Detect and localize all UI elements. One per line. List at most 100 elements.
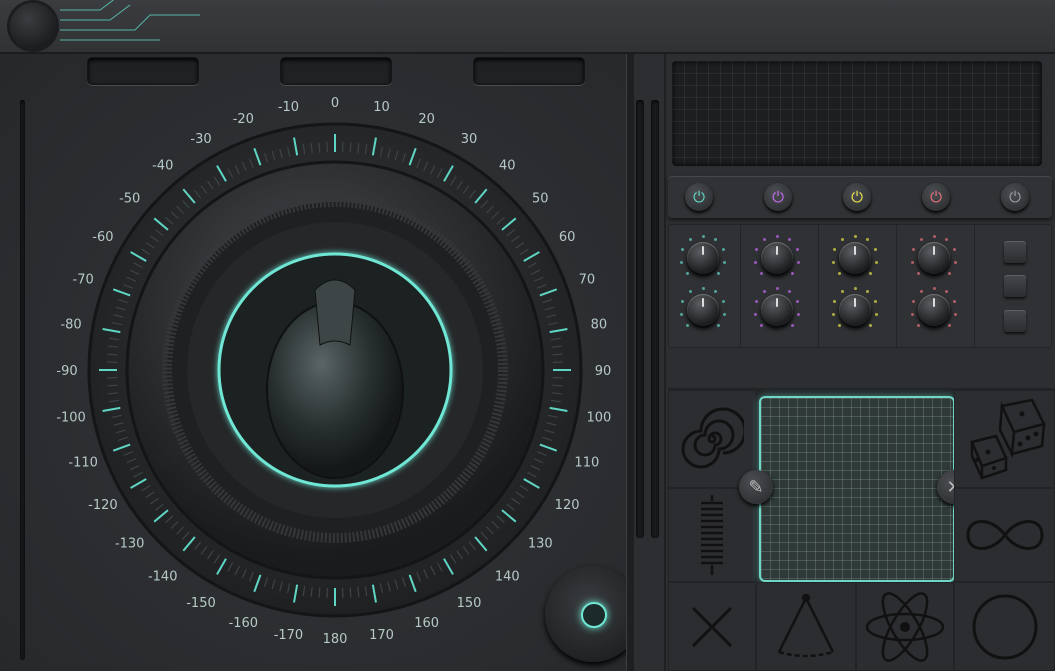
dial-scale-label: -50 <box>119 192 140 207</box>
power-button-3[interactable]: ⏻ <box>843 183 871 211</box>
knob-scale-dot <box>932 286 936 290</box>
power-icon: ⏻ <box>1009 188 1021 206</box>
knob-bank <box>668 224 1052 348</box>
knob-scale-dot <box>916 272 920 276</box>
power-icon: ⏻ <box>693 188 705 206</box>
knob-scale-dot <box>831 312 835 316</box>
knob-scale-dot <box>875 312 879 316</box>
dial-tick <box>349 142 352 153</box>
parameter-knob[interactable] <box>839 242 871 274</box>
parameter-knob[interactable] <box>687 294 719 326</box>
dial-scale-label: -130 <box>115 536 145 551</box>
xy-pad[interactable] <box>759 396 955 582</box>
knob-scale-dot <box>932 234 936 238</box>
parameter-knob[interactable] <box>761 242 793 274</box>
dial-scale-label: -110 <box>68 456 98 471</box>
dial-scale-label: -10 <box>278 100 299 115</box>
knob-scale-dot <box>952 300 956 304</box>
dial-scale-label: -170 <box>274 628 304 643</box>
power-button-4[interactable]: ⏻ <box>922 183 950 211</box>
knob-scale-dot <box>873 248 877 252</box>
square-button-2[interactable] <box>1004 275 1026 297</box>
parameter-knob[interactable] <box>761 294 793 326</box>
knob-scale-dot <box>944 238 948 242</box>
dial-scale-label: 170 <box>369 628 394 643</box>
knob-scale-dot <box>723 312 727 316</box>
parameter-knob[interactable] <box>839 294 871 326</box>
parameter-knob[interactable] <box>918 294 950 326</box>
parameter-knob[interactable] <box>687 242 719 274</box>
triangle-pad[interactable] <box>756 582 856 671</box>
knob-scale-dot <box>787 238 791 242</box>
dice-pad[interactable] <box>954 390 1055 488</box>
knob-scale-dot <box>837 324 841 328</box>
knob-scale-dot <box>795 300 799 304</box>
knob-scale-dot <box>853 234 857 238</box>
dial-scale-label: -100 <box>56 411 86 426</box>
square-button-3[interactable] <box>1004 310 1026 332</box>
knob-scale-dot <box>721 300 725 304</box>
dial-tick <box>318 587 321 598</box>
atom-icon <box>865 591 945 662</box>
knob-scale-dot <box>775 234 779 238</box>
dial-scale-label: 70 <box>579 272 596 287</box>
knob-scale-dot <box>679 312 683 316</box>
dial-scale-label: -70 <box>73 272 94 287</box>
dial-scale-label: 90 <box>595 364 612 379</box>
dial-scale-label: 180 <box>323 632 348 647</box>
dial-scale-label: -120 <box>88 498 118 513</box>
fine-tune-glow <box>581 602 607 628</box>
knob-scale-dot <box>795 248 799 252</box>
knob-scale-dot <box>721 248 725 252</box>
edit-button[interactable]: ✎ <box>739 470 773 504</box>
parameter-knob[interactable] <box>918 242 950 274</box>
dial-tick <box>552 384 563 387</box>
dial-scale-label: 30 <box>461 132 478 147</box>
dial-scale-label: 60 <box>559 230 576 245</box>
knob-ridge <box>314 279 356 346</box>
knob-scale-dot <box>831 260 835 264</box>
power-icon: ⏻ <box>772 188 784 206</box>
dial-scale-label: -140 <box>148 569 178 584</box>
circle-pad[interactable] <box>954 582 1055 671</box>
dial-scale-label: 80 <box>591 317 608 332</box>
knob-scale-dot <box>679 260 683 264</box>
rotary-dial[interactable]: 0 10 20 30 40 50 60 70 80 90 100 110 120 130 140 150 160… <box>50 75 620 665</box>
level-meter-left <box>636 100 644 538</box>
power-button-2[interactable]: ⏻ <box>764 183 792 211</box>
power-button-5[interactable]: ⏻ <box>1001 183 1029 211</box>
cross-pad[interactable] <box>668 582 756 671</box>
knob-scale-dot <box>685 272 689 276</box>
spiral-pad[interactable] <box>668 390 756 488</box>
dial-scale-label: 110 <box>574 456 599 471</box>
dial-scale-label: 130 <box>528 536 553 551</box>
infinity-pad[interactable] <box>954 488 1055 582</box>
dial-scale-label: -80 <box>60 317 81 332</box>
vertical-divider <box>664 54 666 671</box>
dial-scale-label: -150 <box>186 596 216 611</box>
dial-scale-label: -90 <box>56 364 77 379</box>
dial-scale-label: 20 <box>418 112 435 127</box>
atom-pad[interactable] <box>856 582 954 671</box>
cross-icon <box>691 606 733 647</box>
dial-tick <box>318 142 321 153</box>
circle-icon <box>972 594 1037 659</box>
knob-scale-dot <box>787 290 791 294</box>
dice-icon <box>969 398 1046 480</box>
knob-scale-dot <box>753 260 757 264</box>
knob-scale-dot <box>713 238 717 242</box>
spring-pad[interactable] <box>668 488 756 582</box>
square-button-1[interactable] <box>1004 241 1026 263</box>
dial-scale-label: -30 <box>190 132 211 147</box>
knob-scale-dot <box>713 290 717 294</box>
knob-scale-dot <box>954 260 958 264</box>
dial-scale-label: 150 <box>457 596 482 611</box>
dial-tick <box>107 353 118 356</box>
knob-scale-dot <box>701 234 705 238</box>
knob-scale-dot <box>875 260 879 264</box>
dial-tick <box>349 587 352 598</box>
power-button-1[interactable]: ⏻ <box>685 183 713 211</box>
infinity-icon <box>965 520 1044 550</box>
dial-scale-label: -20 <box>233 112 254 127</box>
knob-scale-dot <box>797 312 801 316</box>
